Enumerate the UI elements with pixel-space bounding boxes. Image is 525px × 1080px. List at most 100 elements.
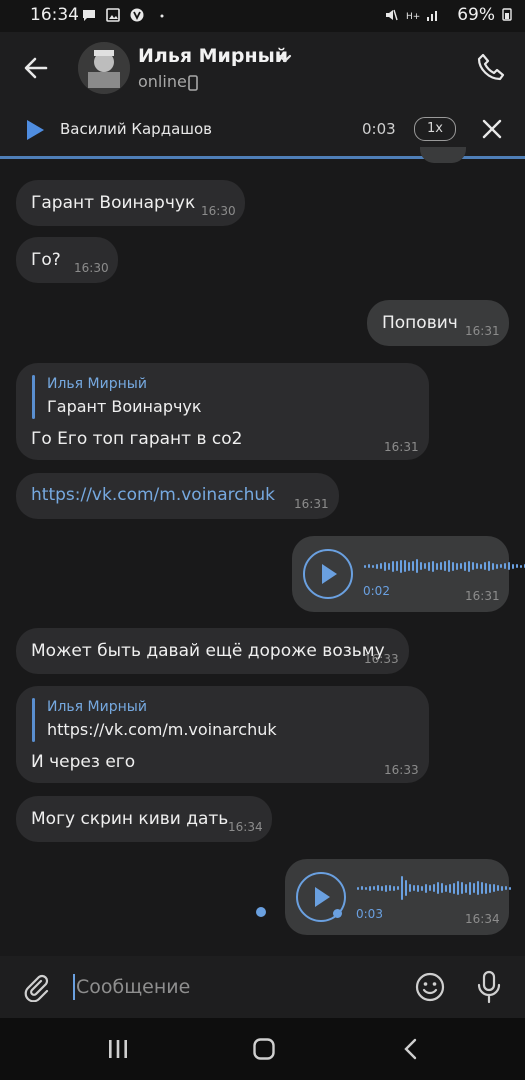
unread-indicator [256, 907, 266, 917]
chevron-down-icon[interactable] [278, 54, 292, 64]
message-time: 16:30 [74, 261, 109, 275]
player-time: 0:03 [362, 120, 396, 138]
message-bubble[interactable]: Гарант Воинарчук 16:30 [16, 180, 245, 226]
voice-waveform[interactable] [364, 551, 525, 581]
waveform-bar [472, 562, 474, 570]
waveform-bar [384, 561, 386, 571]
message-text: Может быть давай ещё дороже возьму [31, 641, 385, 661]
waveform-bar [376, 563, 378, 569]
mobile-device-icon [188, 75, 198, 91]
waveform-bar [477, 881, 479, 895]
play-icon [322, 564, 337, 584]
waveform-bar [465, 883, 467, 893]
voice-duration: 0:02 [363, 584, 390, 598]
waveform-bar [396, 561, 398, 571]
message-bubble[interactable]: Го? 16:30 [16, 237, 118, 283]
waveform-bar [389, 885, 391, 891]
message-bubble[interactable]: https://vk.com/m.voinarchuk 16:31 [16, 473, 339, 519]
text-caret [73, 974, 75, 1000]
vk-notification-icon [130, 8, 144, 22]
waveform-bar [361, 886, 363, 890]
voice-message-bubble[interactable]: 0:02 16:31 [292, 536, 525, 612]
play-icon[interactable] [24, 119, 46, 141]
message-bubble[interactable]: Попович 16:31 [367, 300, 509, 346]
waveform-bar [461, 882, 463, 894]
waveform-bar [357, 886, 359, 890]
message-text: Го Его топ гарант в со2 [31, 429, 243, 449]
avatar[interactable] [78, 42, 130, 94]
waveform-bar [460, 563, 462, 569]
system-nav-bar [0, 1018, 525, 1080]
close-icon[interactable] [482, 119, 502, 139]
waveform-bar [520, 564, 522, 568]
waveform-bar [393, 885, 395, 891]
player-track-title[interactable]: Василий Кардашов [60, 120, 212, 138]
waveform-bar [453, 882, 455, 894]
reply-author[interactable]: Илья Мирный [47, 376, 147, 392]
status-bar: 16:34 H+ 69% [0, 0, 525, 32]
reply-text[interactable]: https://vk.com/m.voinarchuk [47, 720, 277, 739]
gallery-notification-icon [106, 8, 120, 22]
waveform-bar [388, 562, 390, 570]
message-bubble[interactable]: Илья Мирный Гарант Воинарчук Го Его топ … [16, 363, 429, 460]
message-input[interactable]: Сообщение [76, 976, 190, 998]
waveform-bar [468, 560, 470, 572]
message-bubble[interactable]: Может быть давай ещё дороже возьму 16:33 [16, 628, 409, 674]
message-time: 16:31 [294, 497, 329, 511]
message-time: 16:31 [465, 324, 500, 338]
waveform-bar [377, 885, 379, 891]
contact-name[interactable]: Илья Мирный [138, 45, 288, 67]
waveform-bar [416, 559, 418, 573]
phone-icon[interactable] [476, 52, 506, 82]
waveform-bar [365, 886, 367, 890]
mic-icon[interactable] [476, 970, 502, 1004]
waveform-bar [412, 561, 414, 571]
home-icon[interactable] [252, 1037, 276, 1061]
reply-text[interactable]: Гарант Воинарчук [47, 397, 202, 416]
reply-author[interactable]: Илья Мирный [47, 699, 147, 715]
attach-icon[interactable] [20, 972, 50, 1002]
waveform-bar [401, 876, 403, 900]
recents-icon[interactable] [106, 1038, 130, 1060]
waveform-bar [445, 884, 447, 892]
voice-waveform[interactable] [357, 873, 511, 903]
waveform-bar [505, 886, 507, 890]
contact-status: online [138, 72, 187, 91]
message-time: 16:33 [384, 763, 419, 777]
waveform-bar [369, 885, 371, 891]
waveform-bar [400, 559, 402, 573]
waveform-bar [440, 562, 442, 570]
message-bubble-cut [420, 147, 466, 163]
message-bubble[interactable]: Илья Мирный https://vk.com/m.voinarchuk … [16, 686, 429, 783]
message-time: 16:34 [465, 912, 500, 926]
waveform-bar [473, 883, 475, 893]
voice-play-button[interactable] [303, 549, 353, 599]
message-time: 16:31 [465, 589, 500, 603]
waveform-bar [516, 564, 518, 568]
waveform-bar [476, 563, 478, 569]
message-link[interactable]: https://vk.com/m.voinarchuk [31, 485, 275, 505]
waveform-bar [413, 885, 415, 891]
waveform-bar [448, 560, 450, 572]
waveform-bar [408, 561, 410, 571]
waveform-bar [397, 886, 399, 890]
message-bubble[interactable]: Могу скрин киви дать 16:34 [16, 796, 272, 842]
message-time: 16:30 [201, 204, 236, 218]
waveform-bar [364, 564, 366, 568]
more-notifications-icon [160, 14, 164, 18]
voice-message-bubble[interactable]: 0:03 16:34 [285, 859, 511, 935]
reply-bar [32, 698, 35, 742]
waveform-bar [441, 883, 443, 893]
waveform-bar [381, 885, 383, 891]
waveform-bar [380, 563, 382, 569]
message-text: И через его [31, 752, 136, 772]
voice-duration: 0:03 [356, 907, 383, 921]
back-nav-icon[interactable] [400, 1037, 420, 1061]
playback-position-dot[interactable] [333, 909, 342, 918]
emoji-icon[interactable] [415, 972, 445, 1002]
back-arrow-icon[interactable] [22, 54, 50, 82]
battery-level: 69% [457, 5, 495, 25]
chat-header: Илья Мирный online [0, 32, 525, 104]
playback-speed-button[interactable]: 1x [414, 117, 456, 141]
waveform-bar [432, 560, 434, 572]
